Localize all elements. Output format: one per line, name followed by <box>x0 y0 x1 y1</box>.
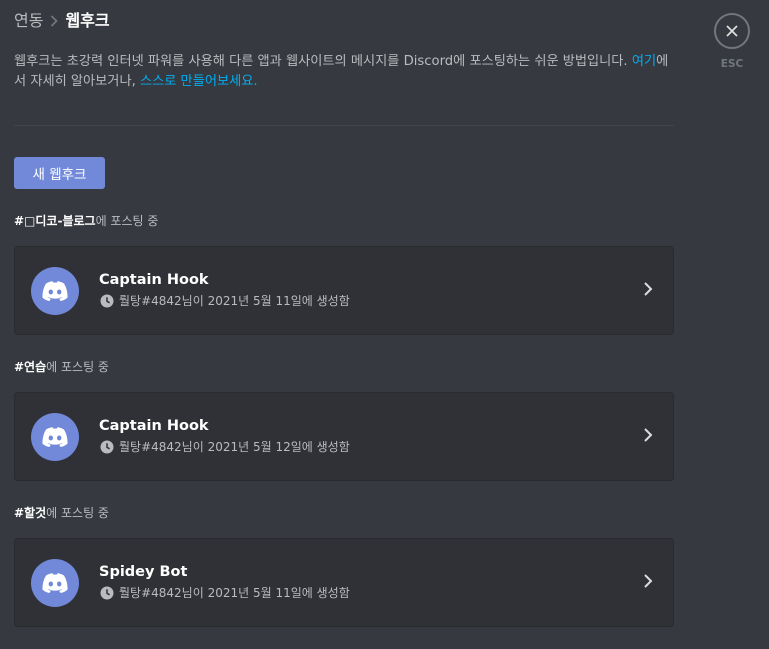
webhook-meta: 뤌탕#4842님이 2021년 5월 11일에 생성함 <box>100 585 350 601</box>
webhook-created-text: 뤌탕#4842님이 2021년 5월 11일에 생성함 <box>119 586 350 600</box>
webhook-card[interactable]: Captain Hook 뤌탕#4842님이 2021년 5월 12일에 생성함 <box>14 392 674 481</box>
channel-name: #연습 <box>14 360 47 374</box>
clock-icon <box>100 294 114 308</box>
webhook-card[interactable]: Spidey Bot 뤌탕#4842님이 2021년 5월 11일에 생성함 <box>14 538 674 627</box>
chevron-right-icon <box>50 15 59 27</box>
posting-label: 에 포스팅 중 <box>46 506 109 520</box>
webhook-created-text: 뤌탕#4842님이 2021년 5월 11일에 생성함 <box>119 294 350 308</box>
description-text-1: 웹후크는 초강력 인터넷 파워를 사용해 다른 앱과 웹사이트의 메시지를 Di… <box>14 54 632 69</box>
discord-logo-icon <box>42 573 68 593</box>
posting-label: 에 포스팅 중 <box>46 360 109 374</box>
webhook-name: Captain Hook <box>99 272 209 288</box>
divider <box>14 125 674 126</box>
webhook-name: Captain Hook <box>99 418 209 434</box>
close-icon <box>725 24 739 38</box>
channel-group-label: #할것에 포스팅 중 <box>14 505 109 521</box>
webhook-description: 웹후크는 초강력 인터넷 파워를 사용해 다른 앱과 웹사이트의 메시지를 Di… <box>14 52 676 92</box>
channel-group-label: #연습에 포스팅 중 <box>14 359 109 375</box>
channel-group-label: #□디코-블로그에 포스팅 중 <box>14 213 158 229</box>
esc-label: ESC <box>720 58 744 70</box>
clock-icon <box>100 586 114 600</box>
chevron-right-icon <box>643 427 653 443</box>
webhooks-settings-page: 연동 웹후크 웹후크는 초강력 인터넷 파워를 사용해 다른 앱과 웹사이트의 … <box>0 0 769 649</box>
breadcrumb: 연동 웹후크 <box>14 10 110 32</box>
webhook-created-text: 뤌탕#4842님이 2021년 5월 12일에 생성함 <box>119 440 350 454</box>
clock-icon <box>100 440 114 454</box>
discord-logo-icon <box>42 281 68 301</box>
channel-name: #할것 <box>14 506 47 520</box>
avatar <box>31 559 79 607</box>
make-your-own-link[interactable]: 스스로 만들어보세요. <box>140 74 258 89</box>
chevron-right-icon <box>643 573 653 589</box>
new-webhook-button[interactable]: 새 웹후크 <box>14 157 105 189</box>
close-button[interactable] <box>714 13 750 49</box>
chevron-right-icon <box>643 281 653 297</box>
webhook-name: Spidey Bot <box>99 564 188 580</box>
breadcrumb-integrations[interactable]: 연동 <box>14 10 43 32</box>
learn-more-link[interactable]: 여기 <box>632 54 656 69</box>
webhook-meta: 뤌탕#4842님이 2021년 5월 12일에 생성함 <box>100 439 350 455</box>
posting-label: 에 포스팅 중 <box>95 214 159 228</box>
avatar <box>31 413 79 461</box>
webhook-card[interactable]: Captain Hook 뤌탕#4842님이 2021년 5월 11일에 생성함 <box>14 246 674 335</box>
page-title: 웹후크 <box>65 11 110 30</box>
avatar <box>31 267 79 315</box>
discord-logo-icon <box>42 427 68 447</box>
webhook-meta: 뤌탕#4842님이 2021년 5월 11일에 생성함 <box>100 293 350 309</box>
channel-name: #□디코-블로그 <box>14 214 96 228</box>
